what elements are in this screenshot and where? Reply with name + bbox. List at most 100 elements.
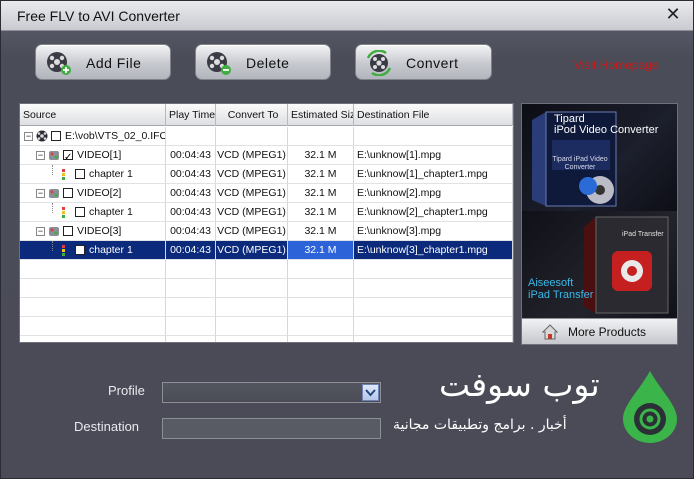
column-header-convert-to[interactable]: Convert To: [216, 104, 288, 126]
collapse-toggle-icon[interactable]: −: [36, 227, 45, 236]
row-checkbox[interactable]: [51, 131, 61, 141]
chapter-icon: [62, 245, 65, 256]
site-watermark: توب سوفت أخبار . برامج وتطبيقات مجانية: [393, 365, 683, 447]
table-row[interactable]: chapter 1 00:04:43 VCD (MPEG1) 32.1 M E:\unk…: [20, 165, 513, 184]
estimated-size-cell: 32.1 M: [288, 184, 354, 203]
play-time-cell: 00:04:43: [166, 241, 216, 260]
chevron-down-icon[interactable]: [362, 384, 379, 401]
destination-file-cell: E:\unknow[3].mpg: [354, 222, 513, 241]
source-cell: − VIDEO[1]: [20, 146, 166, 165]
table-row[interactable]: chapter 1 00:04:43 VCD (MPEG1) 32.1 M E:\unk…: [20, 241, 513, 260]
chapter-icon: [62, 169, 65, 180]
row-checkbox[interactable]: [63, 188, 73, 198]
table-row[interactable]: − VIDEO[3] 00:04:43 VCD (MPEG1) 32.1 M E:\unk…: [20, 222, 513, 241]
column-header-estimated-size[interactable]: Estimated Size: [288, 104, 354, 126]
destination-file-cell: E:\unknow[1].mpg: [354, 146, 513, 165]
play-time-cell: 00:04:43: [166, 165, 216, 184]
table-row[interactable]: − VIDEO[2] 00:04:43 VCD (MPEG1) 32.1 M E:\unk…: [20, 184, 513, 203]
delete-label: Delete: [246, 55, 290, 71]
destination-file-cell: E:\unknow[3]_chapter1.mpg: [354, 241, 513, 260]
film-add-icon: [47, 52, 71, 75]
more-products-label: More Products: [568, 325, 647, 339]
estimated-size-cell: 32.1 M: [288, 146, 354, 165]
collapse-toggle-icon[interactable]: −: [36, 151, 45, 160]
play-time-cell: 00:04:43: [166, 184, 216, 203]
convert-to-cell: VCD (MPEG1): [216, 165, 288, 184]
row-checkbox[interactable]: [75, 207, 85, 217]
source-cell: chapter 1: [20, 241, 166, 260]
watermark-title: توب سوفت: [439, 365, 600, 404]
table-row[interactable]: − VIDEO[1] 00:04:43VCD (MPEG1)32.1 ME:\unk…: [20, 146, 513, 165]
row-checkbox[interactable]: [75, 245, 85, 255]
title-bar: Free FLV to AVI Converter ✕: [1, 1, 693, 31]
close-icon[interactable]: ✕: [663, 5, 683, 25]
box1-caption: Tipard iPad Video Converter: [552, 156, 608, 171]
delete-button[interactable]: Delete: [195, 44, 331, 80]
promo2-brand: Aiseesoft: [528, 277, 574, 289]
chapter-icon: [62, 207, 65, 218]
file-list[interactable]: Source Play Time Convert To Estimated Si…: [19, 103, 514, 343]
column-header-destination-file[interactable]: Destination File: [354, 104, 513, 126]
empty-grid-row: [20, 317, 513, 336]
watermark-subtitle: أخبار . برامج وتطبيقات مجانية: [393, 417, 567, 433]
convert-to-cell: VCD (MPEG1): [216, 222, 288, 241]
profile-select[interactable]: [162, 382, 381, 403]
estimated-size-cell: [288, 127, 354, 146]
promo1-product: iPod Video Converter: [554, 124, 659, 136]
table-row[interactable]: chapter 1 00:04:43 VCD (MPEG1) 32.1 M E:\unk…: [20, 203, 513, 222]
empty-grid-row: [20, 336, 513, 342]
convert-label: Convert: [406, 55, 459, 71]
aiseesoft-product-box-image: [584, 216, 669, 314]
video-icon: [49, 151, 59, 160]
estimated-size-cell: 32.1 M: [288, 165, 354, 184]
destination-file-cell: E:\unknow[2].mpg: [354, 184, 513, 203]
add-file-button[interactable]: Add File: [35, 44, 171, 80]
source-cell: − E:\vob\VTS_02_0.IFO: [20, 127, 166, 146]
column-header-play-time[interactable]: Play Time: [166, 104, 216, 126]
source-cell: − VIDEO[2]: [20, 184, 166, 203]
dvd-icon: [36, 130, 48, 142]
promo-tipard-ipod-video-converter[interactable]: Tipard iPod Video Converter Tipard iPad …: [522, 104, 677, 211]
source-cell: − VIDEO[3]: [20, 222, 166, 241]
collapse-toggle-icon[interactable]: −: [36, 189, 45, 198]
source-cell: chapter 1: [20, 203, 166, 222]
destination-field[interactable]: [162, 418, 381, 439]
convert-to-cell: VCD (MPEG1): [216, 146, 288, 165]
video-icon: [49, 189, 59, 198]
source-label: VIDEO[3]: [77, 225, 122, 237]
promo2-product: iPad Transfer: [528, 289, 594, 301]
estimated-size-cell: 32.1 M: [288, 203, 354, 222]
convert-to-cell: VCD (MPEG1): [216, 241, 288, 260]
convert-button[interactable]: Convert: [355, 44, 492, 80]
list-header: Source Play Time Convert To Estimated Si…: [20, 104, 513, 126]
destination-file-cell: E:\unknow[1]_chapter1.mpg: [354, 165, 513, 184]
row-checkbox[interactable]: [75, 169, 85, 179]
convert-to-cell: VCD (MPEG1): [216, 184, 288, 203]
collapse-toggle-icon[interactable]: −: [24, 132, 33, 141]
add-file-label: Add File: [86, 55, 142, 71]
source-label: chapter 1: [89, 206, 133, 218]
empty-grid-row: [20, 260, 513, 279]
app-window: Free FLV to AVI Converter ✕ Add File Del…: [0, 0, 694, 479]
convert-to-cell: VCD (MPEG1): [216, 203, 288, 222]
source-label: VIDEO[1]: [77, 149, 122, 161]
estimated-size-cell: 32.1 M: [288, 222, 354, 241]
play-time-cell: 00:04:43: [166, 203, 216, 222]
play-time-cell: [166, 127, 216, 146]
column-header-source[interactable]: Source: [20, 104, 166, 126]
watermark-logo-icon: [623, 371, 677, 443]
source-label: E:\vob\VTS_02_0.IFO: [65, 130, 166, 142]
visit-homepage-link[interactable]: Visit Homepage: [574, 58, 659, 72]
promo-panel: Tipard iPod Video Converter Tipard iPad …: [521, 103, 678, 345]
row-checkbox[interactable]: [63, 226, 73, 236]
source-cell: chapter 1: [20, 165, 166, 184]
more-products-button[interactable]: More Products: [522, 318, 677, 344]
destination-label: Destination: [74, 419, 140, 434]
estimated-size-cell: 32.1 M: [288, 241, 354, 260]
row-checkbox[interactable]: [63, 148, 73, 164]
empty-grid-row: [20, 298, 513, 317]
film-convert-icon: [366, 50, 392, 76]
table-row[interactable]: − E:\vob\VTS_02_0.IFO: [20, 127, 513, 146]
destination-file-cell: [354, 127, 513, 146]
promo-aiseesoft-ipad-transfer[interactable]: iPad Transfer Aiseesoft iPad Transfer: [522, 211, 677, 318]
